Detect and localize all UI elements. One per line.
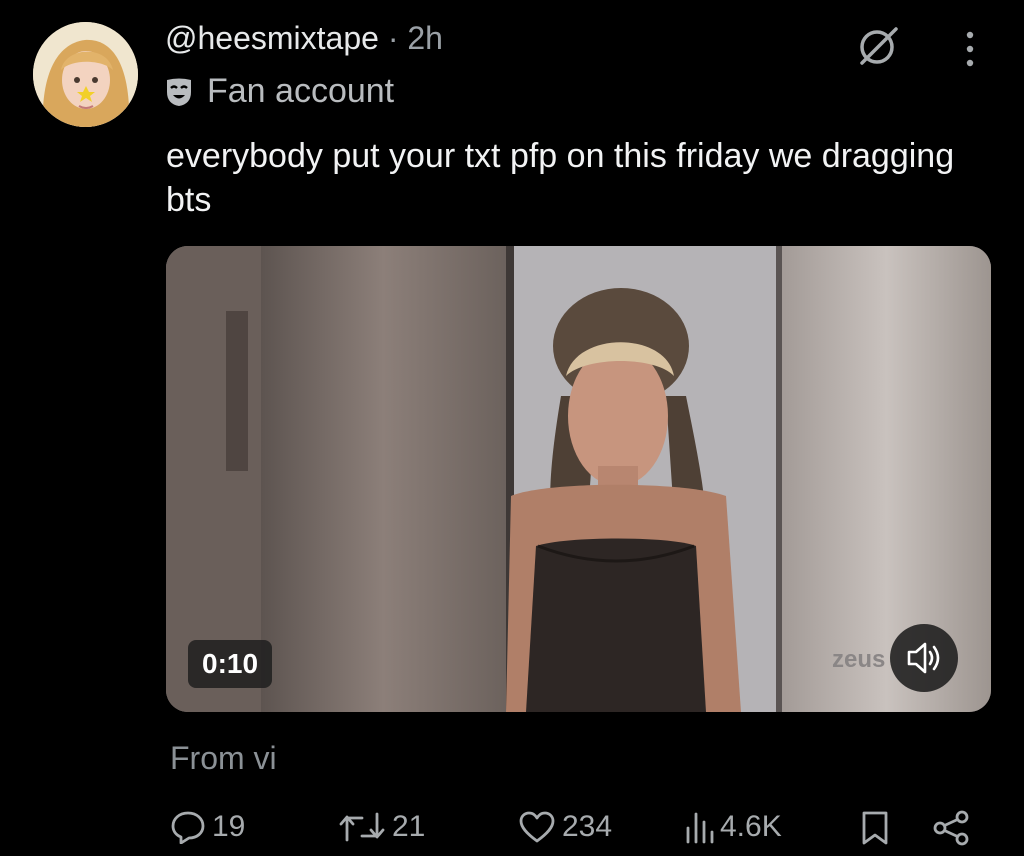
video-watermark: zeus [832, 646, 886, 673]
repost-count: 21 [392, 810, 426, 843]
like-button[interactable]: 234 [518, 810, 612, 844]
reply-icon [171, 811, 205, 844]
from-attribution: From vi [170, 740, 277, 776]
reply-count: 19 [212, 810, 246, 843]
video-player[interactable] [166, 246, 991, 712]
grok-icon[interactable] [856, 24, 900, 68]
share-icon [933, 810, 969, 846]
view-count: 4.6K [720, 810, 782, 843]
views-icon [686, 812, 714, 844]
post-time[interactable]: · 2h [388, 20, 443, 56]
repost-button[interactable]: 21 [338, 810, 425, 844]
bookmark-button[interactable] [860, 810, 890, 846]
heart-icon [519, 811, 555, 843]
user-handle[interactable]: @heesmixtape [165, 20, 379, 56]
video-duration: 0:10 [188, 640, 273, 688]
action-bar: 19 21 234 4.6K [166, 800, 986, 856]
post-text: everybody put your txt pfp on this frida… [166, 137, 955, 219]
more-options-icon[interactable] [955, 26, 985, 72]
account-label-text: Fan account [207, 72, 395, 110]
volume-icon[interactable] [890, 624, 958, 692]
views-button[interactable]: 4.6K [684, 810, 782, 844]
mask-icon [165, 77, 193, 107]
share-button[interactable] [932, 810, 972, 846]
like-count: 234 [562, 810, 613, 843]
repost-icon [339, 812, 385, 842]
avatar[interactable] [33, 22, 138, 127]
bookmark-icon [862, 811, 888, 845]
account-label: Fan account [165, 72, 394, 111]
post-header: @heesmixtape · 2h [165, 20, 443, 57]
reply-button[interactable]: 19 [170, 810, 245, 844]
